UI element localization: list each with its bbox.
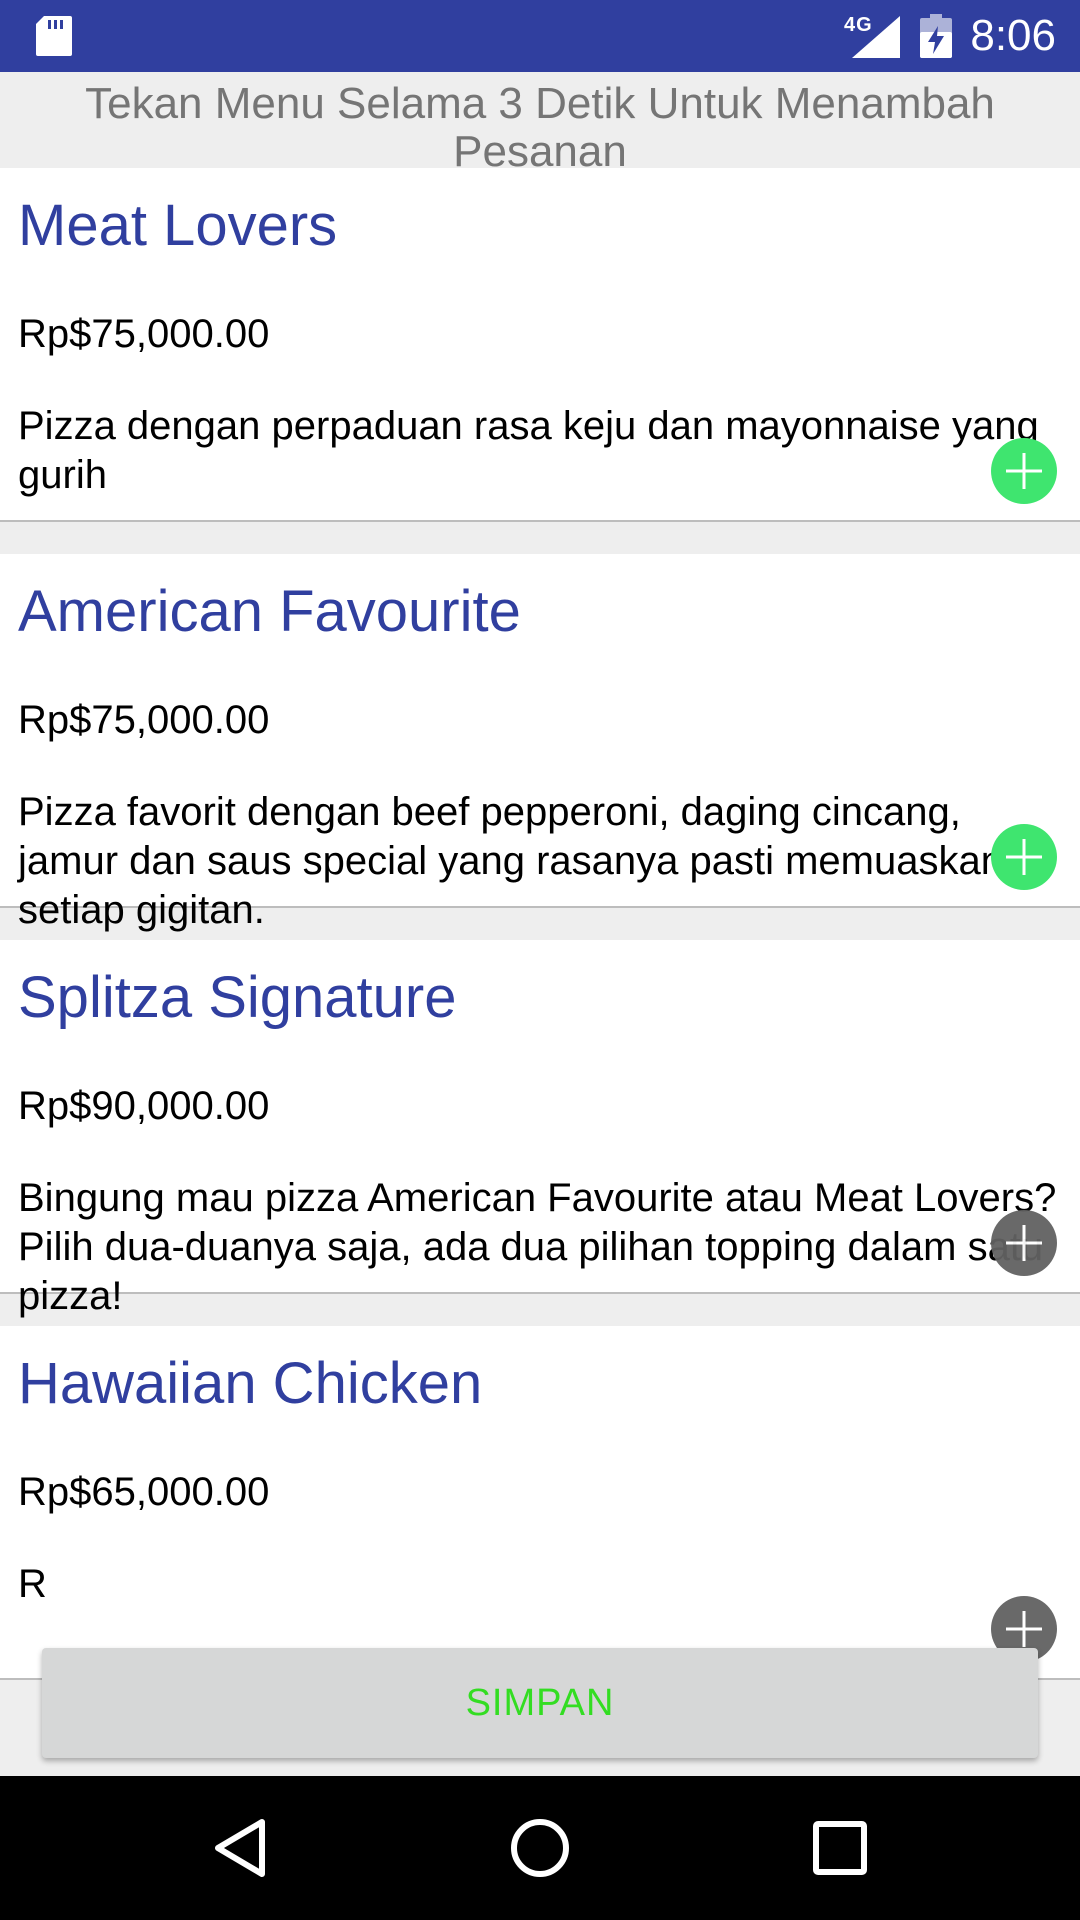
add-button[interactable]	[991, 438, 1057, 504]
sd-card-icon	[36, 16, 72, 56]
signal-icon	[852, 16, 900, 58]
back-icon	[215, 1819, 265, 1877]
recents-icon	[813, 1821, 867, 1875]
menu-card[interactable]: Hawaiian Chicken Rp$65,000.00 R	[0, 1326, 1080, 1680]
menu-item-description: Bingung mau pizza American Favourite ata…	[18, 1176, 1057, 1318]
home-button[interactable]	[500, 1808, 580, 1888]
menu-card[interactable]: Splitza Signature Rp$90,000.00 Bingung m…	[0, 940, 1080, 1318]
home-icon	[511, 1819, 569, 1877]
menu-item-description: Pizza dengan perpaduan rasa keju dan may…	[18, 404, 1039, 497]
plus-icon	[1006, 1611, 1042, 1647]
recents-button[interactable]	[800, 1808, 880, 1888]
menu-item-price: Rp$65,000.00	[18, 1470, 270, 1514]
plus-icon	[1006, 453, 1042, 489]
add-button[interactable]	[991, 1210, 1057, 1276]
menu-item-name: Splitza Signature	[18, 965, 457, 1030]
menu-item-price: Rp$90,000.00	[18, 1084, 270, 1128]
back-button[interactable]	[200, 1808, 280, 1888]
save-button[interactable]: SIMPAN	[42, 1648, 1038, 1758]
menu-item-price: Rp$75,000.00	[18, 698, 270, 742]
plus-icon	[1006, 839, 1042, 875]
battery-charging-icon	[920, 14, 952, 58]
menu-item-description: R	[18, 1562, 47, 1606]
status-bar: 4G 8:06	[0, 0, 1080, 72]
hint-text: Tekan Menu Selama 3 Detik Untuk Menambah…	[85, 79, 995, 169]
menu-item-name: Meat Lovers	[18, 193, 338, 258]
plus-icon	[1006, 1225, 1042, 1261]
add-button[interactable]	[991, 824, 1057, 890]
hint-banner: Tekan Menu Selama 3 Detik Untuk Menambah…	[0, 72, 1080, 168]
menu-card[interactable]: Meat Lovers Rp$75,000.00 Pizza dengan pe…	[0, 168, 1080, 522]
menu-item-price: Rp$75,000.00	[18, 312, 270, 356]
menu-item-description: Pizza favorit dengan beef pepperoni, dag…	[18, 790, 1046, 932]
menu-card[interactable]: American Favourite Rp$75,000.00 Pizza fa…	[0, 554, 1080, 932]
menu-item-name: Hawaiian Chicken	[18, 1351, 483, 1416]
navigation-bar	[0, 1776, 1080, 1920]
clock: 8:06	[970, 11, 1056, 60]
menu-list[interactable]: Meat Lovers Rp$75,000.00 Pizza dengan pe…	[0, 168, 1080, 1776]
menu-item-name: American Favourite	[18, 579, 521, 644]
